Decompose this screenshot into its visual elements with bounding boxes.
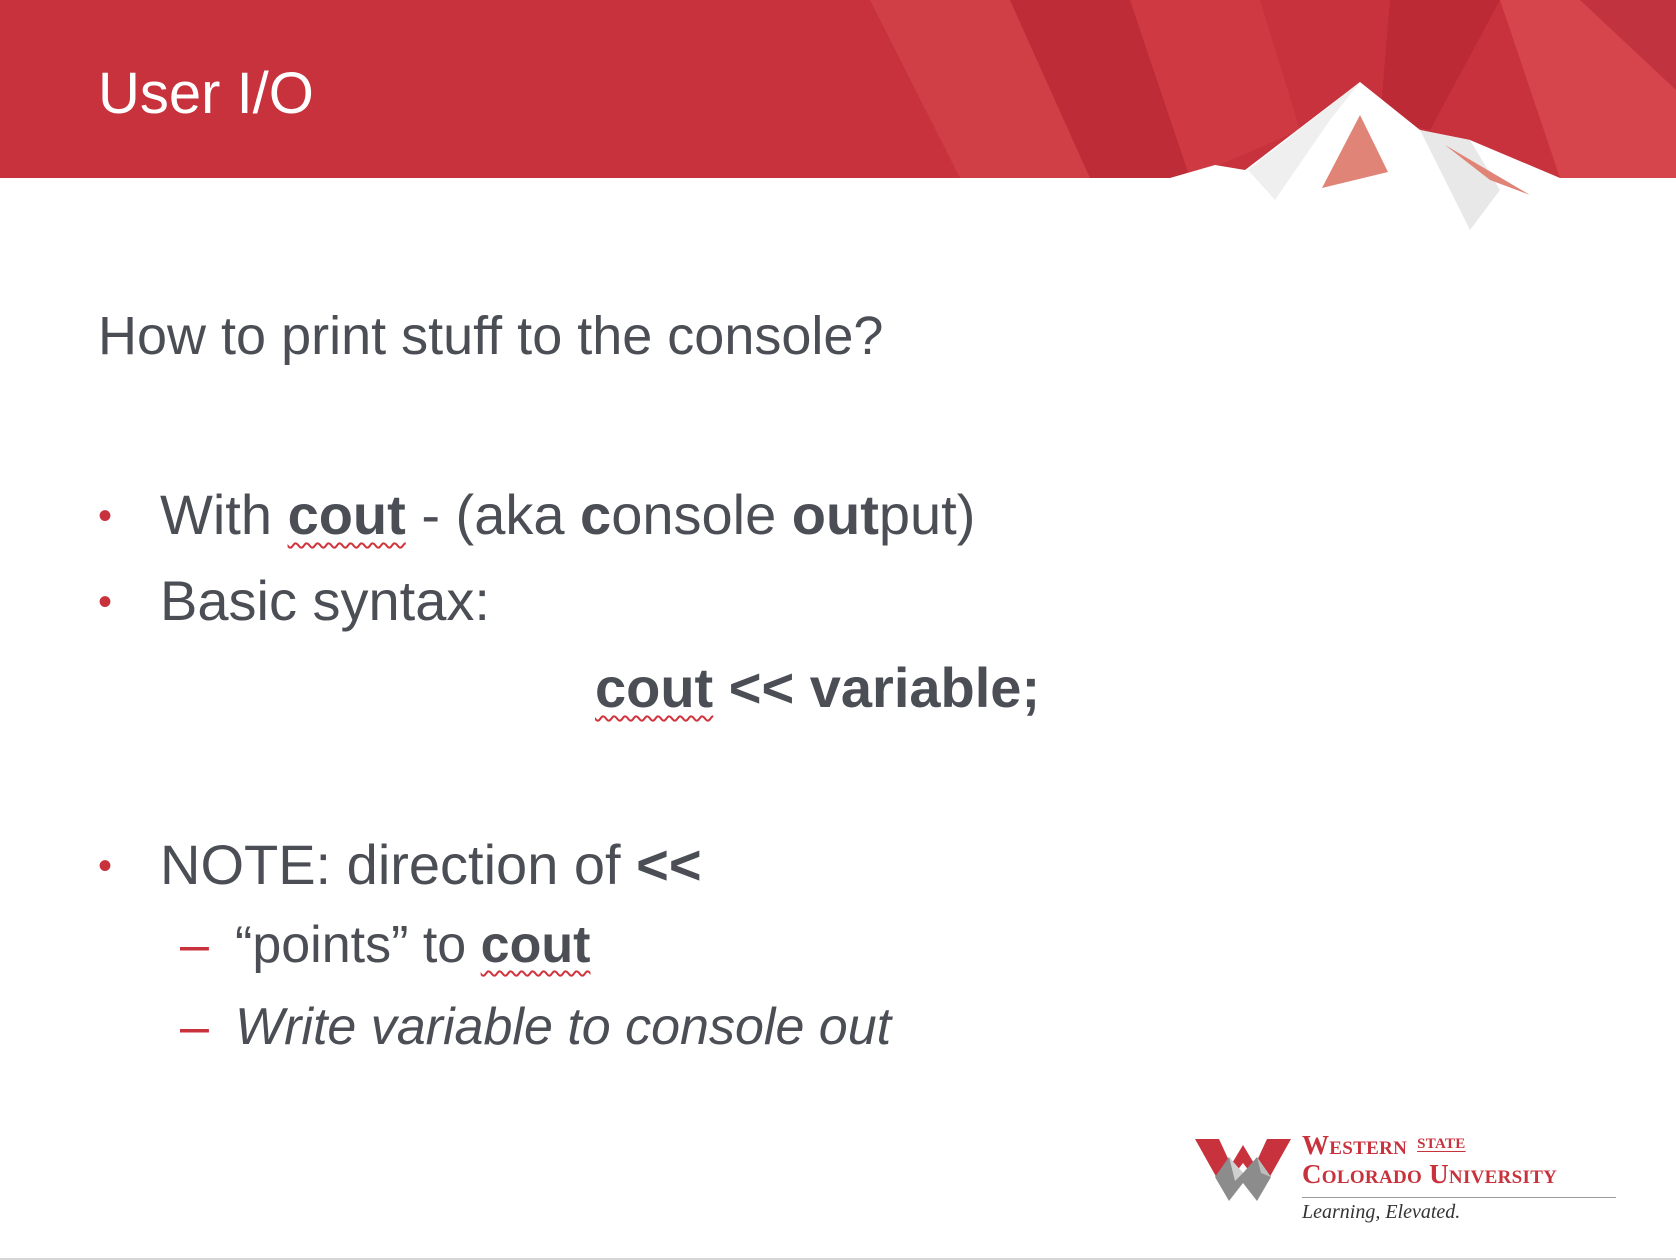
slide-subtitle: How to print stuff to the console? <box>98 306 884 366</box>
emphasis-letter: c <box>580 483 612 546</box>
bullet-text: Basic syntax: <box>160 569 490 632</box>
syntax-example: cout << variable; <box>595 655 1040 720</box>
logo-name-line1: Western STATE <box>1302 1130 1466 1161</box>
text-run: With <box>160 483 288 546</box>
bullet-dot-icon: • <box>98 580 113 624</box>
text-run: “points” to <box>235 916 481 974</box>
bullet-text: NOTE: direction of << <box>160 832 702 897</box>
text-run: put) <box>878 483 976 546</box>
sub-bullet-text: Write variable to console out <box>235 998 892 1056</box>
mountain-w-icon <box>1195 1139 1291 1201</box>
logo-name-line2: Colorado University <box>1302 1159 1558 1189</box>
slide-header-banner: User I/O <box>0 0 1676 260</box>
bullet-dot-icon: • <box>98 494 113 538</box>
text-run: NOTE: direction of <box>160 833 637 896</box>
bullet-dot-icon: • <box>98 844 113 888</box>
slide-title: User I/O <box>98 61 314 126</box>
bullet-text: With cout - (aka console output) <box>160 482 975 547</box>
logo-divider <box>1302 1197 1616 1198</box>
logo-state-word: STATE <box>1417 1136 1466 1152</box>
dash-icon: – <box>180 916 209 974</box>
syntax-rest: << variable; <box>713 656 1041 719</box>
university-logo: Western STATE Colorado University Learnin… <box>1195 1130 1635 1230</box>
sub-bullet-text: “points” to cout <box>235 915 590 975</box>
emphasis-word: out <box>791 483 879 546</box>
logo-word: Western <box>1302 1130 1408 1160</box>
keyword-cout: cout <box>480 916 591 974</box>
operator-text: << <box>636 833 702 896</box>
logo-tagline: Learning, Elevated. <box>1302 1201 1461 1223</box>
syntax-keyword: cout <box>595 656 714 719</box>
text-run: - (aka <box>405 483 581 546</box>
keyword-cout: cout <box>287 483 406 546</box>
dash-icon: – <box>180 998 209 1056</box>
text-run: onsole <box>611 483 792 546</box>
header-mountain-graphic <box>0 0 1676 260</box>
